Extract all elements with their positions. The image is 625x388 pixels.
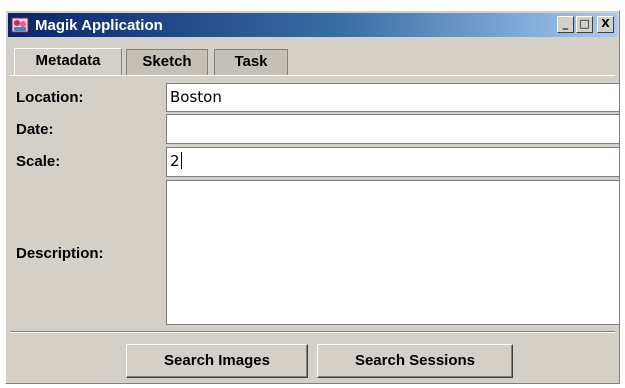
date-field[interactable]: [166, 114, 620, 144]
minimize-button[interactable]: _: [557, 16, 574, 33]
scale-label: Scale:: [16, 153, 61, 170]
button-bar-divider: [10, 331, 615, 333]
text-caret: [180, 152, 182, 169]
app-window: Magik Application _ □ X Metadata Sketch …: [5, 10, 620, 384]
scale-field[interactable]: 2: [166, 147, 620, 177]
maximize-button[interactable]: □: [576, 16, 593, 33]
tab-sketch[interactable]: Sketch: [126, 49, 208, 75]
window-title: Magik Application: [35, 17, 163, 34]
title-bar[interactable]: Magik Application _ □ X: [8, 13, 617, 37]
close-button[interactable]: X: [597, 16, 614, 33]
tab-metadata[interactable]: Metadata: [14, 48, 122, 76]
search-images-button[interactable]: Search Images: [126, 344, 308, 378]
description-label: Description:: [16, 245, 104, 262]
tab-task[interactable]: Task: [214, 49, 288, 75]
scale-value: 2: [170, 152, 180, 170]
magik-app-icon: [11, 17, 29, 33]
location-label: Location:: [16, 89, 84, 106]
description-field[interactable]: [166, 180, 620, 325]
location-field[interactable]: Boston: [166, 83, 620, 112]
search-sessions-button[interactable]: Search Sessions: [317, 344, 513, 378]
date-label: Date:: [16, 121, 54, 138]
